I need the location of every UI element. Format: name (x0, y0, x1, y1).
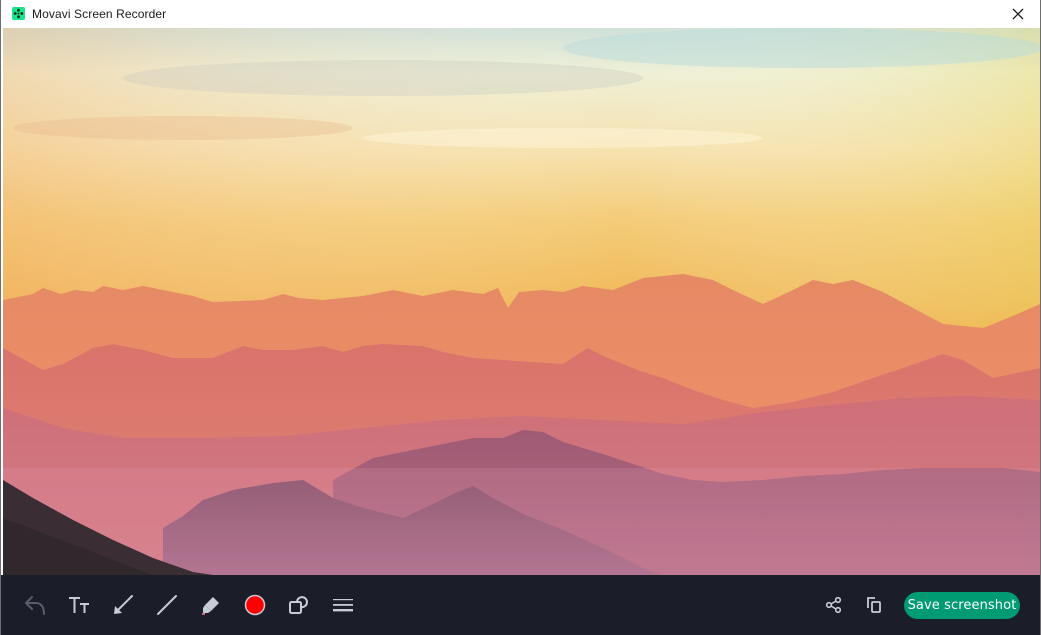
line-width-button[interactable] (328, 591, 358, 619)
line-tool-button[interactable] (152, 591, 182, 619)
marker-tool-button[interactable] (196, 591, 226, 619)
color-picker-button[interactable] (240, 591, 270, 619)
save-screenshot-button[interactable]: Save screenshot (904, 592, 1020, 619)
line-icon (157, 595, 177, 615)
text-icon (69, 597, 89, 613)
text-tool-button[interactable] (64, 591, 94, 619)
marker-icon (202, 597, 219, 615)
shapes-icon (289, 596, 308, 614)
line-width-icon (333, 599, 353, 612)
window-title: Movavi Screen Recorder (32, 6, 167, 21)
app-window: Movavi Screen Recorder Save screenshot (0, 0, 1041, 635)
title-bar: Movavi Screen Recorder (1, 0, 1040, 27)
copy-button[interactable] (859, 591, 889, 619)
shapes-tool-button[interactable] (284, 591, 314, 619)
movavi-logo-icon (12, 7, 25, 20)
screenshot-image (3, 28, 1040, 575)
close-button[interactable] (996, 0, 1040, 27)
undo-button[interactable] (20, 591, 50, 619)
close-icon (1012, 8, 1024, 19)
arrow-icon (114, 595, 133, 614)
copy-icon (867, 597, 881, 613)
undo-icon (25, 596, 45, 615)
editor-toolbar (1, 575, 1040, 635)
color-swatch-icon (244, 594, 266, 616)
arrow-tool-button[interactable] (108, 591, 138, 619)
screenshot-canvas[interactable] (3, 28, 1040, 575)
share-button[interactable] (819, 591, 849, 619)
share-icon (825, 596, 842, 614)
